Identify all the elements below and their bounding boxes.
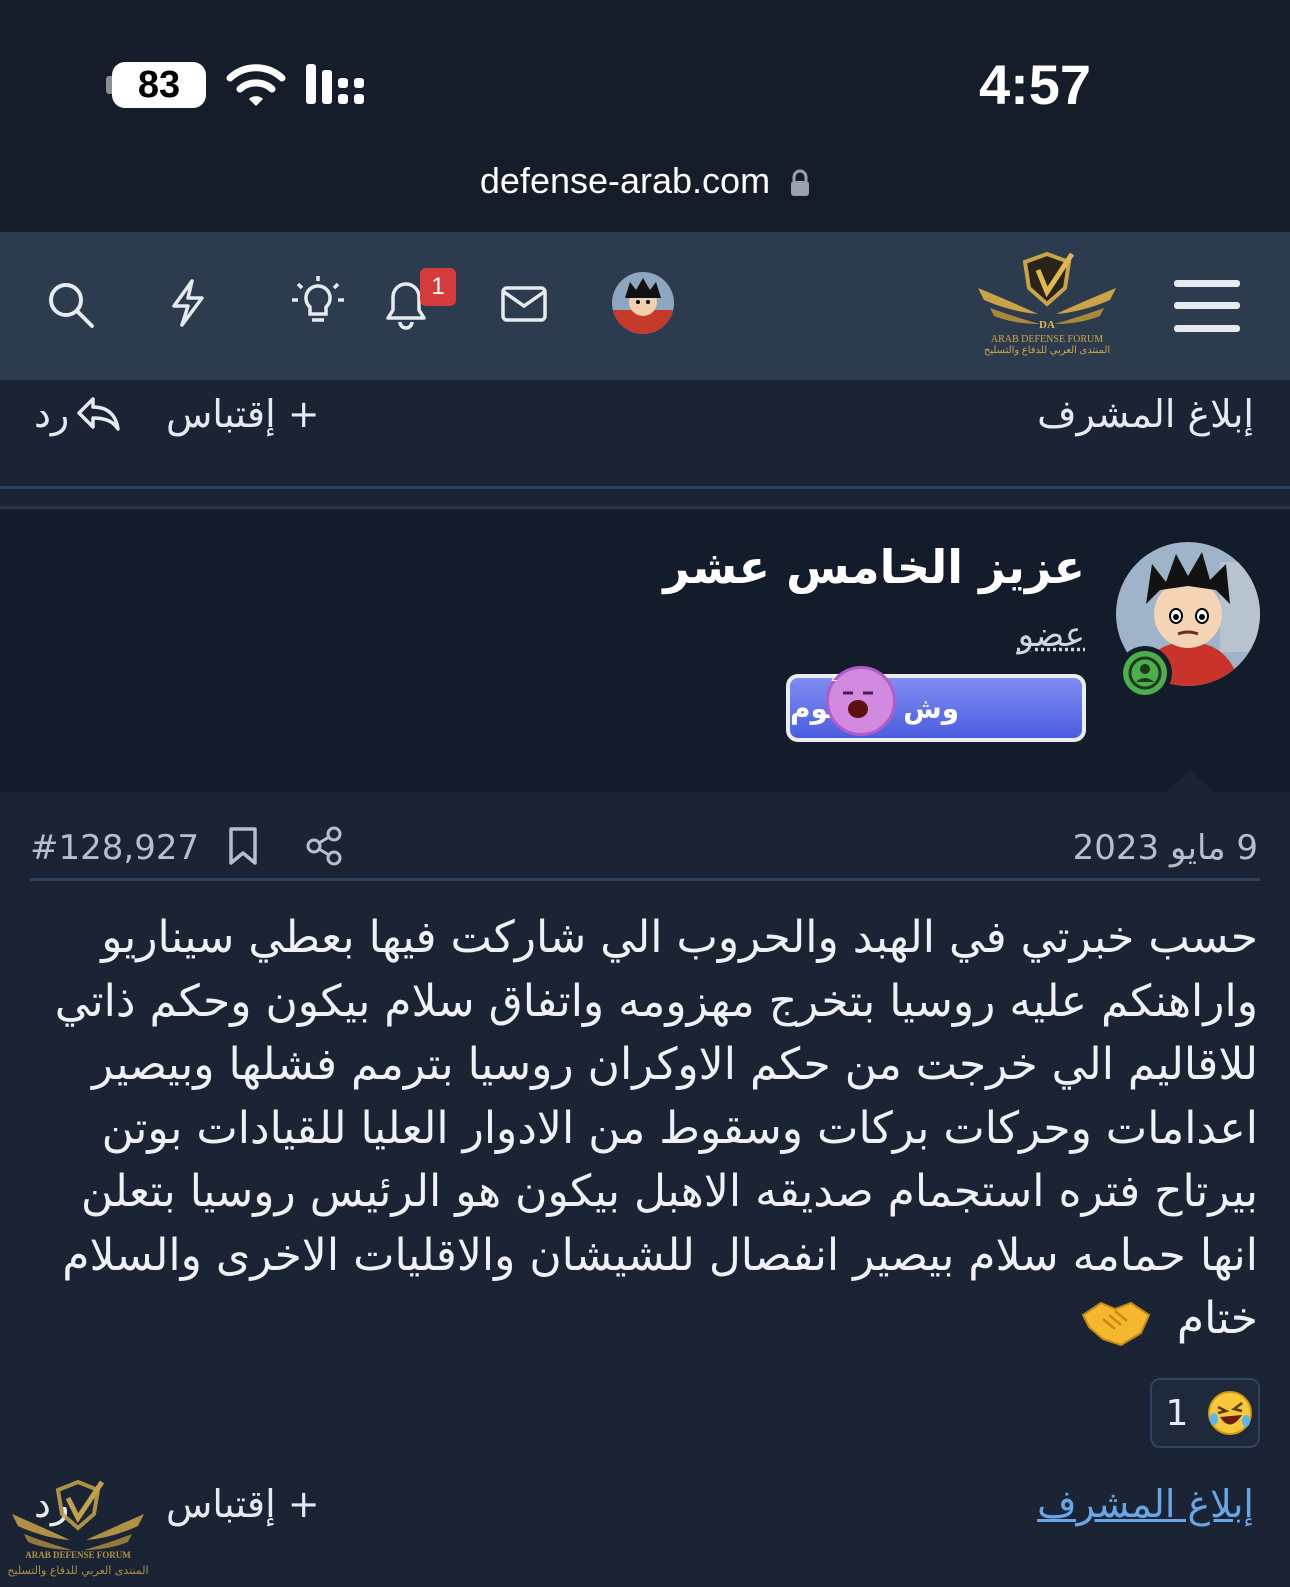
report-label: إبلاغ المشرف (1037, 392, 1254, 436)
watermark-logo: ARAB DEFENSE FORUM المنتدى العربي للدفاع… (8, 1479, 148, 1577)
author-role[interactable]: عضو (1018, 615, 1085, 655)
author-block (0, 510, 1290, 792)
url-bar[interactable]: defense-arab.com (0, 160, 1290, 202)
clock: 4:57 (978, 53, 1092, 116)
lightbulb-icon[interactable] (290, 274, 346, 328)
user-banner: وش ذا النوم z (786, 666, 1086, 742)
reply-button[interactable]: رد (34, 392, 121, 436)
lightning-icon[interactable] (166, 278, 210, 328)
cellular-signal-icon (306, 64, 364, 104)
post-separator-inner (0, 506, 1290, 509)
bookmark-icon[interactable] (228, 826, 258, 866)
wifi-icon (226, 64, 286, 106)
status-bar: 83 4:57 defense-arab.com (0, 0, 1290, 232)
logo-caption-english: ARAB DEFENSE FORUM (990, 334, 1104, 345)
meta-divider (30, 878, 1260, 881)
quote-button-bottom[interactable]: + إقتباس (166, 1482, 320, 1526)
quote-button[interactable]: + إقتباس (166, 392, 320, 436)
post-number[interactable]: #128,927 (30, 828, 199, 868)
post-text: حسب خبرتي في الهبد والحروب الي شاركت فيه… (54, 912, 1258, 1344)
hamburger-menu-icon[interactable] (1174, 280, 1240, 332)
svg-text:ARAB DEFENSE FORUM: ARAB DEFENSE FORUM (25, 1550, 131, 1560)
reaction-summary[interactable]: 1 (1150, 1378, 1260, 1448)
report-link-bottom[interactable]: إبلاغ المشرف (1037, 1482, 1254, 1526)
logo-caption: ARAB DEFENSE FORUM المنتدى العربي للدفاع… (972, 334, 1122, 356)
author-pointer (1166, 770, 1214, 792)
handshake-emoji-icon (1081, 1301, 1151, 1347)
post-date[interactable]: 9 مايو 2023 (1073, 828, 1258, 868)
lock-icon (791, 170, 810, 197)
quote-label: + إقتباس (166, 392, 320, 436)
sleepy-face-icon: z (826, 666, 896, 736)
post-separator (0, 486, 1290, 489)
reply-arrow-icon (77, 397, 121, 431)
quote-label-bottom: + إقتباس (166, 1482, 320, 1526)
previous-post-actions: إبلاغ المشرف + إقتباس رد (0, 382, 1290, 462)
search-icon[interactable] (46, 280, 96, 330)
author-name[interactable]: عزيز الخامس عشر (663, 540, 1085, 594)
logo-caption-arabic: المنتدى العربي للدفاع والتسليح (983, 345, 1111, 356)
online-status-icon (1118, 646, 1172, 700)
report-link[interactable]: إبلاغ المشرف (1037, 392, 1254, 436)
user-avatar[interactable] (612, 272, 674, 334)
svg-text:المنتدى العربي للدفاع والتسليح: المنتدى العربي للدفاع والتسليح (8, 1564, 148, 1577)
laughing-emoji-icon (1202, 1389, 1258, 1437)
post-body: حسب خبرتي في الهبد والحروب الي شاركت فيه… (38, 906, 1258, 1351)
notification-badge: 1 (420, 268, 456, 306)
post-actions: إبلاغ المشرف + إقتباس رد (0, 1472, 1290, 1552)
svg-text:DA: DA (1039, 319, 1055, 331)
url-text: defense-arab.com (479, 160, 771, 201)
share-icon[interactable] (306, 826, 342, 866)
battery-indicator: 83 (106, 62, 206, 108)
report-label-bottom: إبلاغ المشرف (1037, 1482, 1254, 1526)
reply-label: رد (34, 392, 70, 436)
envelope-icon[interactable] (500, 284, 548, 324)
svg-text:z: z (831, 670, 837, 684)
reaction-count: 1 (1165, 1392, 1189, 1434)
post-meta: 9 مايو 2023 #128,927 (0, 820, 1290, 880)
